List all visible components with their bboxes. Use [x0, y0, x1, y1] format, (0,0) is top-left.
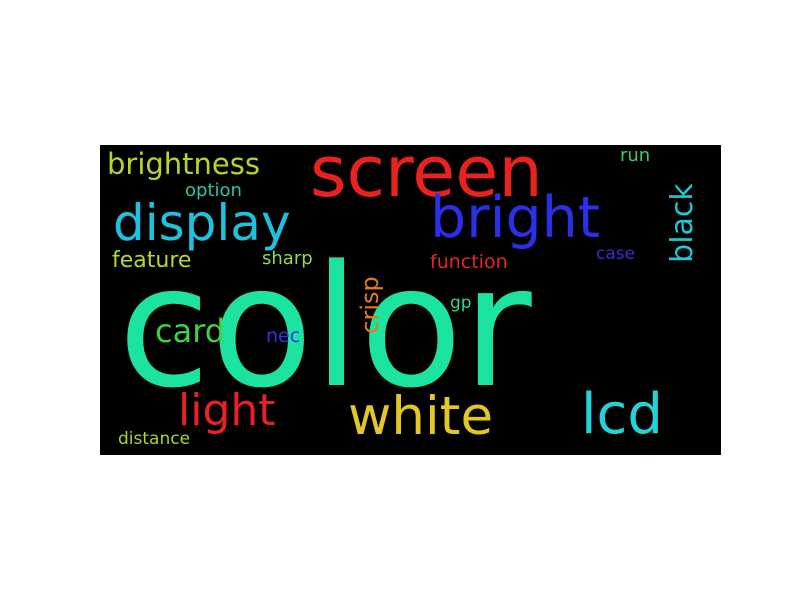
- word-card: card: [155, 312, 226, 350]
- word-distance: distance: [118, 429, 191, 449]
- word-lcd: lcd: [581, 382, 663, 447]
- word-black: black: [665, 183, 700, 263]
- word-sharp: sharp: [262, 248, 313, 269]
- word-light: light: [178, 385, 276, 436]
- word-case: case: [596, 244, 636, 264]
- word-nec: nec: [266, 325, 301, 347]
- word-crisp: crisp: [356, 276, 384, 334]
- word-gp: gp: [450, 293, 472, 313]
- word-cloud: color screen bright display white lcd li…: [100, 145, 721, 455]
- word-bright: bright: [430, 185, 601, 251]
- word-option: option: [185, 180, 242, 201]
- word-brightness: brightness: [107, 147, 260, 181]
- word-feature: feature: [112, 248, 192, 273]
- word-function: function: [430, 251, 508, 273]
- word-run: run: [620, 145, 651, 166]
- word-white: white: [348, 386, 494, 447]
- word-display: display: [113, 194, 291, 252]
